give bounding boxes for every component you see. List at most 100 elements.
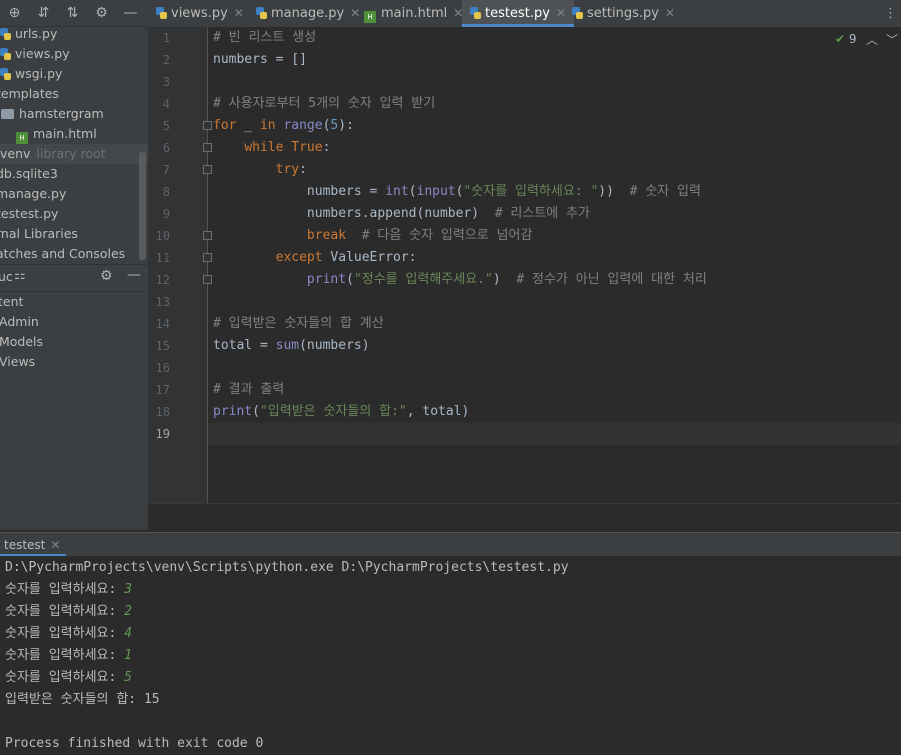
structure-item-views[interactable]: Views [0, 352, 35, 372]
run-console[interactable]: D:\PycharmProjects\venv\Scripts\python.e… [0, 556, 901, 755]
code-token: # 입력받은 숫자들의 합 계산 [213, 316, 384, 331]
console-prompt-text: 숫자를 입력하세요: [5, 626, 125, 641]
line-number: 2 [162, 53, 170, 67]
close-icon[interactable]: ✕ [234, 6, 244, 20]
structure-settings-icon[interactable]: ⚏ [14, 268, 26, 283]
close-icon[interactable]: ✕ [50, 538, 60, 552]
line-number: 17 [155, 383, 170, 397]
code-line[interactable]: print("정수를 입력해주세요.") # 정수가 아닌 입력에 대한 처리 [213, 269, 707, 291]
check-icon: ✔ [835, 32, 846, 46]
run-tab-testest[interactable]: testest ✕ [0, 533, 67, 557]
code-token: "숫자를 입력하세요: " [463, 184, 599, 199]
code-token: # 정수가 아닌 입력에 대한 처리 [516, 272, 707, 287]
fold-marker[interactable] [203, 253, 212, 262]
crosshair-icon[interactable]: ⊕ [0, 0, 29, 26]
tab-main-html[interactable]: Hmain.html ✕ [364, 0, 463, 27]
structure-item-admin[interactable]: Admin [0, 312, 39, 332]
line-number: 4 [162, 97, 170, 111]
expand-all-icon[interactable]: ⇵ [29, 0, 58, 26]
python-file-icon [470, 7, 481, 19]
code-token: print [306, 272, 347, 287]
code-line[interactable]: # 사용자로부터 5개의 숫자 입력 받기 [213, 93, 435, 115]
tree-item-wsgi[interactable]: wsgi.py [0, 64, 62, 84]
code-line[interactable]: print("입력받은 숫자들의 합:", total) [213, 401, 469, 423]
close-icon[interactable]: ✕ [556, 6, 566, 20]
project-toolbar: ⊕ ⇵ ⇅ ⚙ — [0, 0, 148, 27]
html-file-icon: H [16, 132, 28, 144]
code-token: in [259, 118, 276, 133]
line-number: 8 [162, 185, 170, 199]
code-line[interactable]: for _ in range(5): [213, 115, 354, 137]
code-line[interactable]: except ValueError: [213, 247, 417, 269]
tree-item-views[interactable]: views.py [0, 44, 70, 64]
tree-item-db[interactable]: db.sqlite3 [0, 164, 58, 184]
tree-item-templates[interactable]: templates [0, 84, 59, 104]
tree-item-external-libraries[interactable]: rnal Libraries [0, 224, 78, 244]
tree-item-scratches[interactable]: atches and Consoles [0, 244, 125, 264]
tab-testest-py[interactable]: testest.py ✕ [462, 0, 574, 27]
tree-item-hamstergram[interactable]: hamstergram [1, 104, 104, 124]
tab-manage-py[interactable]: manage.py ✕ [256, 0, 360, 27]
python-file-icon [156, 7, 167, 19]
code-line[interactable]: numbers = int(input("숫자를 입력하세요: ")) # 숫자… [213, 181, 701, 203]
collapse-all-icon[interactable]: ⇅ [58, 0, 87, 26]
code-line[interactable]: # 입력받은 숫자들의 합 계산 [213, 313, 384, 335]
code-token: sum [275, 338, 300, 353]
project-scrollbar[interactable] [139, 152, 146, 260]
code-token: ) [492, 272, 517, 287]
tree-item-venv[interactable]: venv library root [0, 144, 148, 164]
console-command: D:\PycharmProjects\venv\Scripts\python.e… [5, 560, 569, 575]
tree-item-urls[interactable]: urls.py [0, 24, 57, 44]
code-token: except [275, 250, 323, 265]
fold-marker[interactable] [203, 165, 212, 174]
minimize-icon[interactable]: — [127, 267, 141, 283]
tree-item-manage[interactable]: manage.py [0, 184, 66, 204]
tree-item-main-html[interactable]: Hmain.html [16, 124, 97, 144]
fold-marker[interactable] [203, 121, 212, 130]
gear-icon[interactable]: ⚙ [100, 268, 113, 284]
console-prompt-text: 숫자를 입력하세요: [5, 604, 125, 619]
code-line[interactable]: try: [213, 159, 307, 181]
console-exit: Process finished with exit code 0 [5, 736, 264, 751]
html-file-icon: H [364, 11, 376, 23]
close-icon[interactable]: ✕ [350, 6, 360, 20]
code-token: input [416, 184, 456, 199]
console-prompt-line: 숫자를 입력하세요: 5 [5, 667, 132, 689]
line-number: 14 [155, 317, 170, 331]
code-line[interactable]: while True: [213, 137, 330, 159]
code-line[interactable]: numbers = [] [213, 49, 307, 71]
fold-marker[interactable] [203, 275, 212, 284]
structure-item-tent[interactable]: tent [0, 292, 23, 312]
inspection-widget[interactable]: ✔ 9 [835, 32, 857, 46]
code-line[interactable]: numbers.append(number) # 리스트에 추가 [213, 203, 590, 225]
project-panel: ⊕ ⇵ ⇅ ⚙ — urls.py views.py wsgi.py templ… [0, 0, 148, 530]
code-line[interactable]: # 결과 출력 [213, 379, 284, 401]
line-number: 16 [155, 361, 170, 375]
code-line[interactable]: total = sum(numbers) [213, 335, 370, 357]
line-number: 18 [155, 405, 170, 419]
code-token: numbers.append(number) [213, 206, 495, 221]
tab-views-py[interactable]: views.py ✕ [156, 0, 244, 27]
line-number: 7 [162, 163, 170, 177]
fold-marker[interactable] [203, 231, 212, 240]
fold-marker[interactable] [203, 143, 212, 152]
chevron-up-icon[interactable]: ︿ [866, 31, 878, 48]
close-icon[interactable]: ✕ [665, 6, 675, 20]
code-token: # 리스트에 추가 [494, 206, 591, 221]
console-prompt-text: 숫자를 입력하세요: [5, 670, 125, 685]
code-line[interactable]: break # 다음 숫자 입력으로 넘어감 [213, 225, 533, 247]
code-token: ( [252, 404, 260, 419]
code-token: break [306, 228, 347, 243]
current-line-highlight [208, 423, 901, 445]
code-line[interactable]: # 빈 리스트 생성 [213, 27, 316, 49]
more-tabs-icon[interactable]: ⋮ [884, 0, 897, 27]
tab-settings-py[interactable]: settings.py ✕ [572, 0, 675, 27]
structure-item-models[interactable]: Models [0, 332, 43, 352]
line-number: 12 [155, 273, 170, 287]
tree-item-testest[interactable]: testest.py [0, 204, 58, 224]
gear-icon[interactable]: ⚙ [87, 0, 116, 26]
chevron-down-icon[interactable]: ﹀ [886, 31, 898, 48]
minimize-icon[interactable]: — [116, 0, 145, 26]
console-user-input: 1 [124, 648, 132, 663]
